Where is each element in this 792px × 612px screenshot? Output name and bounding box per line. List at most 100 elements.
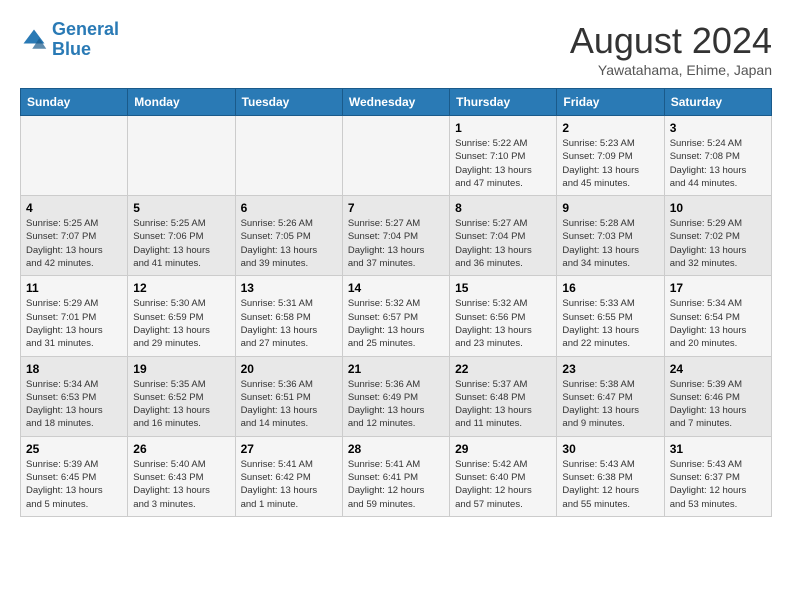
calendar-header: SundayMondayTuesdayWednesdayThursdayFrid…	[21, 89, 772, 116]
day-number: 15	[455, 281, 551, 295]
day-info: Sunrise: 5:36 AM Sunset: 6:51 PM Dayligh…	[241, 378, 337, 431]
weekday-header-friday: Friday	[557, 89, 664, 116]
day-info: Sunrise: 5:23 AM Sunset: 7:09 PM Dayligh…	[562, 137, 658, 190]
day-info: Sunrise: 5:35 AM Sunset: 6:52 PM Dayligh…	[133, 378, 229, 431]
calendar-cell: 16 Sunrise: 5:33 AM Sunset: 6:55 PM Dayli…	[557, 276, 664, 356]
day-info: Sunrise: 5:36 AM Sunset: 6:49 PM Dayligh…	[348, 378, 444, 431]
calendar-cell: 26 Sunrise: 5:40 AM Sunset: 6:43 PM Dayli…	[128, 436, 235, 516]
calendar-week-5: 25Sunrise: 5:39 AM Sunset: 6:45 PM Dayli…	[21, 436, 772, 516]
day-info: Sunrise: 5:39 AM Sunset: 6:45 PM Dayligh…	[26, 458, 122, 511]
calendar-cell: 25Sunrise: 5:39 AM Sunset: 6:45 PM Dayli…	[21, 436, 128, 516]
day-number: 26	[133, 442, 229, 456]
calendar-cell: 3 Sunrise: 5:24 AM Sunset: 7:08 PM Daylig…	[664, 116, 771, 196]
day-info: Sunrise: 5:25 AM Sunset: 7:06 PM Dayligh…	[133, 217, 229, 270]
calendar-cell: 30 Sunrise: 5:43 AM Sunset: 6:38 PM Dayli…	[557, 436, 664, 516]
day-info: Sunrise: 5:43 AM Sunset: 6:37 PM Dayligh…	[670, 458, 766, 511]
calendar-week-4: 18 Sunrise: 5:34 AM Sunset: 6:53 PM Dayli…	[21, 356, 772, 436]
day-info: Sunrise: 5:37 AM Sunset: 6:48 PM Dayligh…	[455, 378, 551, 431]
day-number: 28	[348, 442, 444, 456]
day-info: Sunrise: 5:32 AM Sunset: 6:56 PM Dayligh…	[455, 297, 551, 350]
day-number: 16	[562, 281, 658, 295]
calendar-cell: 27Sunrise: 5:41 AM Sunset: 6:42 PM Dayli…	[235, 436, 342, 516]
day-number: 23	[562, 362, 658, 376]
day-info: Sunrise: 5:41 AM Sunset: 6:42 PM Dayligh…	[241, 458, 337, 511]
day-number: 7	[348, 201, 444, 215]
calendar-cell: 24Sunrise: 5:39 AM Sunset: 6:46 PM Dayli…	[664, 356, 771, 436]
day-number: 12	[133, 281, 229, 295]
day-info: Sunrise: 5:29 AM Sunset: 7:02 PM Dayligh…	[670, 217, 766, 270]
calendar-cell	[128, 116, 235, 196]
day-number: 14	[348, 281, 444, 295]
calendar-cell: 9Sunrise: 5:28 AM Sunset: 7:03 PM Daylig…	[557, 196, 664, 276]
calendar-cell: 1Sunrise: 5:22 AM Sunset: 7:10 PM Daylig…	[450, 116, 557, 196]
calendar-cell: 21Sunrise: 5:36 AM Sunset: 6:49 PM Dayli…	[342, 356, 449, 436]
day-info: Sunrise: 5:42 AM Sunset: 6:40 PM Dayligh…	[455, 458, 551, 511]
day-info: Sunrise: 5:40 AM Sunset: 6:43 PM Dayligh…	[133, 458, 229, 511]
day-info: Sunrise: 5:27 AM Sunset: 7:04 PM Dayligh…	[348, 217, 444, 270]
calendar-cell: 7 Sunrise: 5:27 AM Sunset: 7:04 PM Daylig…	[342, 196, 449, 276]
weekday-row: SundayMondayTuesdayWednesdayThursdayFrid…	[21, 89, 772, 116]
logo-icon	[20, 26, 48, 54]
location-subtitle: Yawatahama, Ehime, Japan	[570, 62, 772, 78]
day-info: Sunrise: 5:24 AM Sunset: 7:08 PM Dayligh…	[670, 137, 766, 190]
calendar-cell: 29Sunrise: 5:42 AM Sunset: 6:40 PM Dayli…	[450, 436, 557, 516]
page-header: General Blue August 2024 Yawatahama, Ehi…	[20, 20, 772, 78]
day-info: Sunrise: 5:32 AM Sunset: 6:57 PM Dayligh…	[348, 297, 444, 350]
calendar-cell: 22 Sunrise: 5:37 AM Sunset: 6:48 PM Dayli…	[450, 356, 557, 436]
day-info: Sunrise: 5:38 AM Sunset: 6:47 PM Dayligh…	[562, 378, 658, 431]
calendar-cell	[235, 116, 342, 196]
calendar-cell	[342, 116, 449, 196]
day-number: 10	[670, 201, 766, 215]
day-number: 3	[670, 121, 766, 135]
day-info: Sunrise: 5:41 AM Sunset: 6:41 PM Dayligh…	[348, 458, 444, 511]
calendar-cell: 31 Sunrise: 5:43 AM Sunset: 6:37 PM Dayli…	[664, 436, 771, 516]
month-title: August 2024	[570, 20, 772, 62]
day-info: Sunrise: 5:31 AM Sunset: 6:58 PM Dayligh…	[241, 297, 337, 350]
day-info: Sunrise: 5:30 AM Sunset: 6:59 PM Dayligh…	[133, 297, 229, 350]
day-number: 8	[455, 201, 551, 215]
logo-text: General Blue	[52, 20, 119, 60]
day-number: 5	[133, 201, 229, 215]
calendar-cell: 2 Sunrise: 5:23 AM Sunset: 7:09 PM Daylig…	[557, 116, 664, 196]
calendar-cell: 4Sunrise: 5:25 AM Sunset: 7:07 PM Daylig…	[21, 196, 128, 276]
day-number: 11	[26, 281, 122, 295]
day-info: Sunrise: 5:25 AM Sunset: 7:07 PM Dayligh…	[26, 217, 122, 270]
calendar-cell: 13 Sunrise: 5:31 AM Sunset: 6:58 PM Dayli…	[235, 276, 342, 356]
calendar-cell: 14 Sunrise: 5:32 AM Sunset: 6:57 PM Dayli…	[342, 276, 449, 356]
calendar-cell: 8 Sunrise: 5:27 AM Sunset: 7:04 PM Daylig…	[450, 196, 557, 276]
weekday-header-sunday: Sunday	[21, 89, 128, 116]
calendar-table: SundayMondayTuesdayWednesdayThursdayFrid…	[20, 88, 772, 517]
weekday-header-thursday: Thursday	[450, 89, 557, 116]
day-number: 9	[562, 201, 658, 215]
calendar-cell: 12 Sunrise: 5:30 AM Sunset: 6:59 PM Dayli…	[128, 276, 235, 356]
calendar-body: 1Sunrise: 5:22 AM Sunset: 7:10 PM Daylig…	[21, 116, 772, 517]
calendar-cell: 28 Sunrise: 5:41 AM Sunset: 6:41 PM Dayli…	[342, 436, 449, 516]
day-number: 20	[241, 362, 337, 376]
logo: General Blue	[20, 20, 119, 60]
day-info: Sunrise: 5:33 AM Sunset: 6:55 PM Dayligh…	[562, 297, 658, 350]
calendar-week-1: 1Sunrise: 5:22 AM Sunset: 7:10 PM Daylig…	[21, 116, 772, 196]
day-number: 1	[455, 121, 551, 135]
day-number: 6	[241, 201, 337, 215]
calendar-cell: 19Sunrise: 5:35 AM Sunset: 6:52 PM Dayli…	[128, 356, 235, 436]
day-number: 30	[562, 442, 658, 456]
day-number: 2	[562, 121, 658, 135]
day-number: 13	[241, 281, 337, 295]
day-info: Sunrise: 5:34 AM Sunset: 6:53 PM Dayligh…	[26, 378, 122, 431]
day-number: 17	[670, 281, 766, 295]
calendar-cell: 5 Sunrise: 5:25 AM Sunset: 7:06 PM Daylig…	[128, 196, 235, 276]
day-info: Sunrise: 5:43 AM Sunset: 6:38 PM Dayligh…	[562, 458, 658, 511]
logo-general: General	[52, 19, 119, 39]
day-info: Sunrise: 5:29 AM Sunset: 7:01 PM Dayligh…	[26, 297, 122, 350]
calendar-cell: 20 Sunrise: 5:36 AM Sunset: 6:51 PM Dayli…	[235, 356, 342, 436]
weekday-header-wednesday: Wednesday	[342, 89, 449, 116]
day-number: 18	[26, 362, 122, 376]
day-info: Sunrise: 5:27 AM Sunset: 7:04 PM Dayligh…	[455, 217, 551, 270]
day-number: 31	[670, 442, 766, 456]
weekday-header-monday: Monday	[128, 89, 235, 116]
weekday-header-saturday: Saturday	[664, 89, 771, 116]
calendar-week-3: 11 Sunrise: 5:29 AM Sunset: 7:01 PM Dayli…	[21, 276, 772, 356]
day-info: Sunrise: 5:26 AM Sunset: 7:05 PM Dayligh…	[241, 217, 337, 270]
calendar-cell: 18 Sunrise: 5:34 AM Sunset: 6:53 PM Dayli…	[21, 356, 128, 436]
day-number: 22	[455, 362, 551, 376]
